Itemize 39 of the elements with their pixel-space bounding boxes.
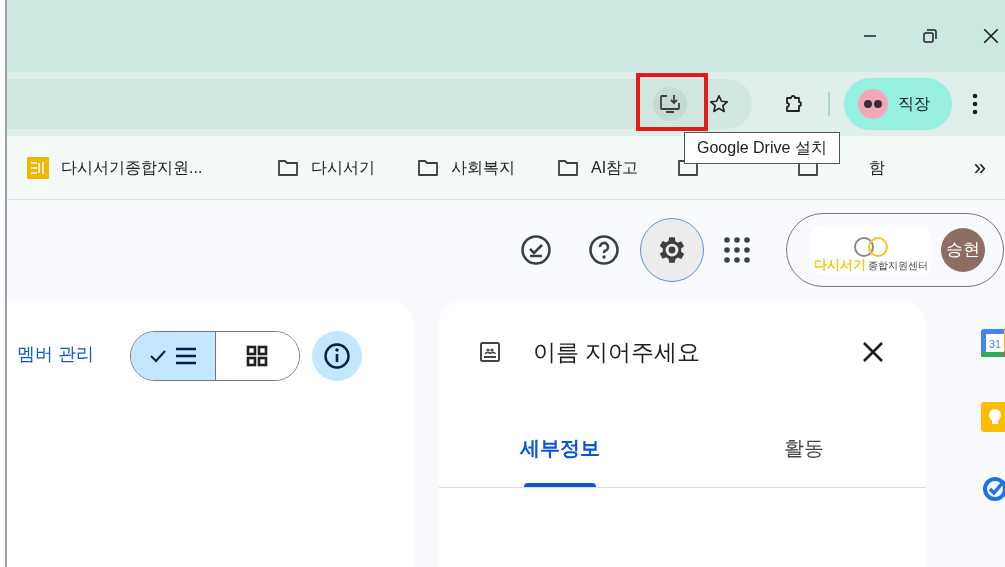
logo-mark-icon xyxy=(851,236,891,258)
more-bookmarks-button[interactable]: » xyxy=(973,151,986,184)
manage-members-link[interactable]: 멤버 관리 xyxy=(17,341,94,368)
bookmark-link[interactable]: 다시서기종합지원... xyxy=(61,155,203,180)
list-icon xyxy=(174,347,197,365)
logo-title: 다시서기 xyxy=(814,258,866,271)
tooltip: Google Drive 설치 xyxy=(684,132,840,164)
bookmark-link[interactable]: 함 xyxy=(869,155,885,180)
close-icon[interactable] xyxy=(982,27,1000,45)
logo-subtitle: 종합지원센터 xyxy=(868,261,928,271)
info-button[interactable] xyxy=(312,331,362,381)
avatar-icon xyxy=(858,89,888,119)
check-circle-icon[interactable] xyxy=(520,234,552,266)
monitor-download-icon xyxy=(659,94,681,114)
more-menu-icon[interactable] xyxy=(972,93,978,115)
site-favicon-icon xyxy=(27,156,49,179)
panel-title: 이름 지어주세요 xyxy=(532,337,701,367)
bookmark-link[interactable]: 사회복지 xyxy=(451,155,515,180)
grid-view-icon xyxy=(246,345,269,367)
folder-icon xyxy=(277,158,299,177)
check-icon xyxy=(148,349,167,363)
list-view-button[interactable] xyxy=(131,332,216,380)
bookmark-link[interactable]: 다시서기 xyxy=(311,155,375,180)
help-icon[interactable] xyxy=(588,234,620,266)
calendar-icon[interactable]: 31 xyxy=(980,328,1005,358)
close-icon[interactable] xyxy=(862,341,884,363)
panel-tab[interactable]: 활동 xyxy=(682,404,926,487)
info-icon xyxy=(323,342,351,370)
restore-icon[interactable] xyxy=(922,28,938,44)
star-icon[interactable] xyxy=(708,93,730,115)
bookmark-link[interactable]: AI참고 xyxy=(591,155,639,180)
panel-tab[interactable]: 세부정보 xyxy=(438,404,683,487)
user-avatar[interactable]: 승현 xyxy=(941,228,985,272)
folder-icon xyxy=(557,158,579,177)
folder-icon xyxy=(417,158,439,177)
profile-button[interactable]: 직장 xyxy=(844,78,952,130)
shared-drive-icon xyxy=(478,341,501,363)
apps-grid-icon[interactable] xyxy=(724,237,750,263)
install-app-button[interactable] xyxy=(653,87,687,121)
